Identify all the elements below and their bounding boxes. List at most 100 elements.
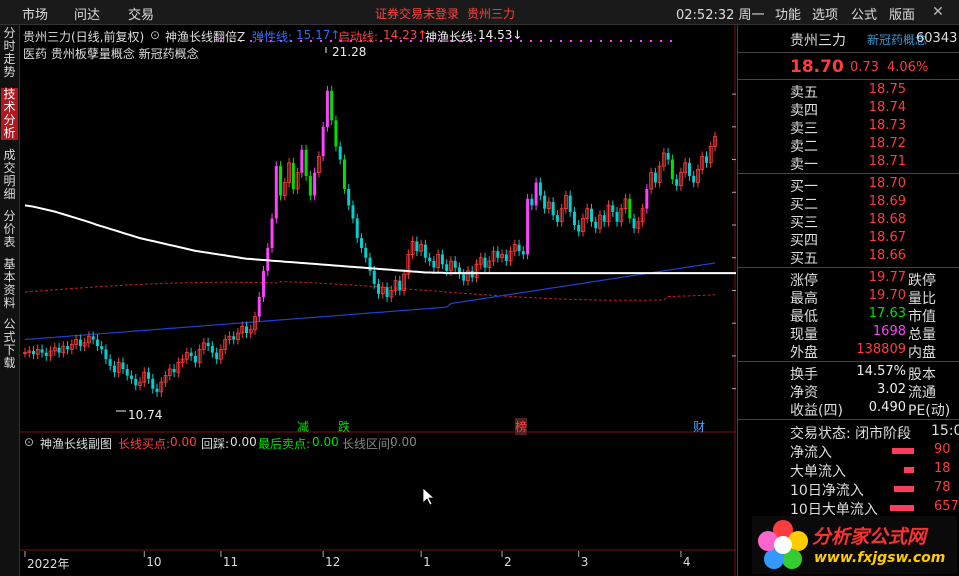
candle[interactable] (91, 336, 95, 340)
candle[interactable] (262, 270, 266, 297)
candle[interactable] (589, 208, 593, 222)
candle[interactable] (274, 166, 278, 219)
tag-reduce[interactable]: 减 (297, 418, 309, 435)
indicator-name[interactable]: 神渔长线翻倍Z (165, 28, 245, 45)
candle[interactable] (155, 388, 159, 392)
buy-level-price[interactable]: 18.70 (856, 176, 906, 191)
candle[interactable] (313, 172, 317, 196)
candle[interactable] (483, 257, 487, 268)
candle[interactable] (423, 244, 427, 258)
kline-chart[interactable] (20, 25, 736, 576)
sell-level-price[interactable]: 18.73 (856, 118, 906, 133)
candle[interactable] (530, 198, 534, 206)
candle[interactable] (615, 211, 619, 222)
candle[interactable] (125, 369, 129, 376)
candle[interactable] (415, 241, 419, 252)
candle[interactable] (325, 90, 329, 127)
candle[interactable] (628, 198, 632, 219)
candle[interactable] (95, 339, 99, 347)
candle[interactable] (270, 218, 274, 248)
close-icon[interactable]: ✕ (929, 3, 947, 21)
candle[interactable] (577, 225, 581, 232)
candle[interactable] (66, 346, 70, 350)
candle[interactable] (602, 215, 606, 222)
buy-level-price[interactable]: 18.66 (856, 248, 906, 263)
candle[interactable] (151, 378, 155, 389)
candle[interactable] (347, 189, 351, 206)
candle[interactable] (300, 149, 304, 173)
sell-level-price[interactable]: 18.72 (856, 136, 906, 151)
candle[interactable] (351, 205, 355, 219)
candle[interactable] (193, 355, 197, 363)
candle[interactable] (462, 274, 466, 281)
tab-fundamentals[interactable]: 基本资料 (1, 258, 18, 310)
candle[interactable] (338, 146, 342, 160)
candle[interactable] (100, 346, 104, 350)
candle[interactable] (78, 339, 82, 347)
candle[interactable] (504, 254, 508, 261)
login-notice[interactable]: 证券交易未登录 (375, 5, 459, 22)
candle[interactable] (244, 326, 248, 333)
candle[interactable] (496, 251, 500, 258)
sub-indicator-name[interactable]: 神渔长线副图 (40, 435, 112, 452)
candle[interactable] (108, 359, 112, 366)
menu-function[interactable]: 功能 (775, 4, 801, 23)
candle[interactable] (257, 297, 261, 317)
candle[interactable] (568, 195, 572, 212)
menu-market[interactable]: 市场 (22, 4, 48, 23)
candle[interactable] (666, 153, 670, 160)
candle[interactable] (543, 195, 547, 209)
candle[interactable] (291, 162, 295, 189)
candle[interactable] (364, 247, 368, 258)
tag-finance[interactable]: 财 (693, 418, 705, 435)
candle[interactable] (398, 280, 402, 291)
candle[interactable] (129, 375, 133, 379)
buy-level-price[interactable]: 18.69 (856, 194, 906, 209)
candle[interactable] (687, 162, 691, 176)
candle[interactable] (321, 126, 325, 157)
candle[interactable] (232, 336, 236, 340)
tab-timeshare[interactable]: 分时走势 (1, 27, 18, 79)
candle[interactable] (206, 342, 210, 347)
candle[interactable] (555, 215, 559, 222)
candle[interactable] (40, 349, 44, 353)
candle[interactable] (44, 352, 48, 356)
tag-fall[interactable]: 跌 (338, 418, 350, 435)
candle[interactable] (440, 254, 444, 265)
sell-level-price[interactable]: 18.75 (856, 82, 906, 97)
candle[interactable] (32, 351, 36, 355)
sell-level-price[interactable]: 18.74 (856, 100, 906, 115)
indicator-select-icon[interactable]: ⊙ (150, 28, 160, 42)
candle[interactable] (359, 238, 363, 248)
candle[interactable] (675, 179, 679, 186)
candle[interactable] (445, 264, 449, 271)
candle[interactable] (572, 211, 576, 225)
candle[interactable] (428, 257, 432, 261)
candle[interactable] (104, 349, 108, 360)
candle[interactable] (517, 244, 521, 252)
tab-trades[interactable]: 成交明细 (1, 149, 18, 201)
menu-trade[interactable]: 交易 (128, 4, 154, 23)
candle[interactable] (147, 372, 151, 379)
menu-layout[interactable]: 版面 (889, 4, 915, 23)
menu-options[interactable]: 选项 (812, 4, 838, 23)
candle[interactable] (134, 378, 138, 386)
candle[interactable] (432, 261, 436, 268)
candle[interactable] (355, 218, 359, 239)
candle[interactable] (521, 251, 525, 255)
candle[interactable] (594, 221, 598, 229)
sell-level-price[interactable]: 18.71 (856, 154, 906, 169)
candle[interactable] (304, 149, 308, 176)
tab-price-table[interactable]: 分价表 (1, 210, 18, 249)
sub-indicator-icon[interactable]: ⊙ (24, 435, 34, 449)
buy-level-price[interactable]: 18.67 (856, 230, 906, 245)
candle[interactable] (210, 346, 214, 353)
candle[interactable] (704, 156, 708, 163)
buy-level-price[interactable]: 18.68 (856, 212, 906, 227)
menu-wenda[interactable]: 问达 (74, 4, 100, 23)
candle[interactable] (653, 172, 657, 183)
menu-formula[interactable]: 公式 (851, 4, 877, 23)
candle[interactable] (342, 159, 346, 189)
chart-area[interactable]: 贵州三力(日线,前复权) ⊙ 神渔长线翻倍Z 弹性线: 15.17↑ 启动线: … (20, 25, 736, 576)
candle[interactable] (534, 182, 538, 206)
